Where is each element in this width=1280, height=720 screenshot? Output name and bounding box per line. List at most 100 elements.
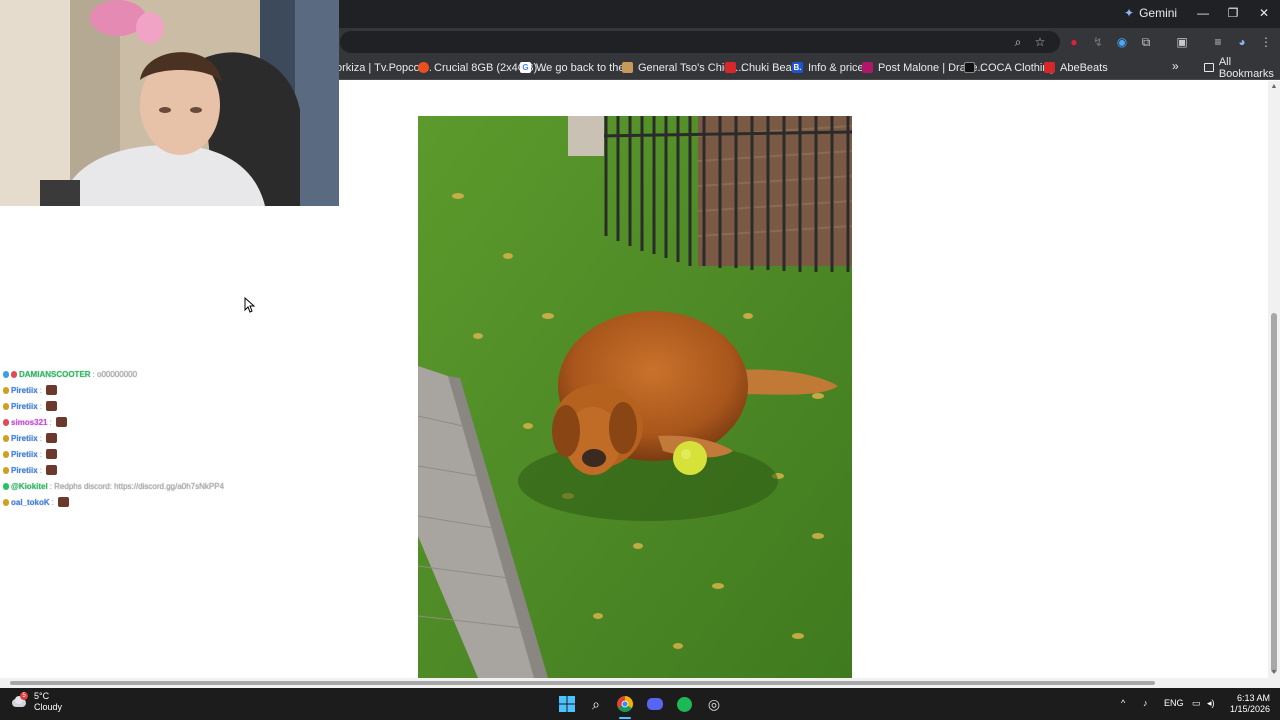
weather-alert-badge: 5 bbox=[20, 692, 28, 700]
chat-badge-icon bbox=[3, 418, 9, 426]
show-hidden-icons-chevron-icon[interactable]: ^ bbox=[1121, 698, 1125, 708]
chat-text: : bbox=[51, 497, 54, 507]
monitor-icon[interactable]: ▭ bbox=[1192, 698, 1201, 709]
horizontal-scroll-thumb[interactable] bbox=[10, 681, 1155, 685]
crucial-favicon-icon bbox=[418, 62, 429, 73]
bookmark-item[interactable]: G We go back to the... bbox=[520, 59, 634, 76]
search-icon[interactable]: ⌕ bbox=[586, 694, 606, 714]
bookmark-item[interactable]: AbeBeats bbox=[1044, 59, 1108, 76]
extension-grey-icon[interactable]: ↯ bbox=[1090, 34, 1106, 50]
b-favicon-icon: B. bbox=[792, 62, 803, 73]
chat-text: : bbox=[39, 465, 42, 475]
all-bookmarks-button[interactable]: All Bookmarks bbox=[1204, 56, 1280, 80]
chat-text: : bbox=[39, 385, 42, 395]
chat-badge-icon bbox=[3, 498, 9, 506]
bookmark-star-icon[interactable]: ☆ bbox=[1032, 34, 1048, 50]
chat-username[interactable]: Piretiix bbox=[11, 402, 38, 411]
restore-button[interactable]: ❐ bbox=[1221, 4, 1245, 22]
more-bookmarks-chevron-icon[interactable]: » bbox=[1172, 59, 1179, 73]
minimize-button[interactable]: — bbox=[1191, 4, 1215, 22]
discord-taskbar-button[interactable] bbox=[645, 694, 665, 714]
bookmark-label: AbeBeats bbox=[1060, 61, 1108, 74]
chuki-favicon-icon bbox=[725, 62, 736, 73]
spotify-taskbar-button[interactable] bbox=[674, 694, 694, 714]
zoom-icon[interactable]: ⌕ bbox=[1010, 34, 1026, 50]
chrome-icon bbox=[617, 696, 633, 712]
bookmark-label: Info & prices bbox=[808, 61, 870, 74]
chat-message: Piretiix: bbox=[3, 462, 263, 478]
google-favicon-icon: G bbox=[520, 62, 531, 73]
chat-username[interactable]: Piretiix bbox=[11, 386, 38, 395]
clock-time: 6:13 AM bbox=[1236, 693, 1270, 703]
bookmark-item[interactable]: COCA Clothing bbox=[964, 59, 1055, 76]
chat-emote-icon bbox=[57, 497, 69, 507]
abebeats-favicon-icon bbox=[1044, 62, 1055, 73]
recipe-favicon-icon bbox=[622, 62, 633, 73]
coca-favicon-icon bbox=[964, 62, 975, 73]
menu-kebab-icon[interactable]: ⋮ bbox=[1258, 34, 1274, 50]
temperature: 5°C bbox=[34, 691, 50, 701]
chat-message: simos321: bbox=[3, 414, 263, 430]
clock-date: 1/15/2026 bbox=[1229, 704, 1270, 714]
spotify-icon bbox=[676, 696, 692, 712]
chat-message: Piretiix: bbox=[3, 398, 263, 414]
chat-text: : bbox=[39, 449, 42, 459]
webcam-overlay bbox=[0, 0, 339, 206]
profile-avatar-icon[interactable]: ◕ bbox=[1234, 34, 1250, 50]
chrome-taskbar-button[interactable] bbox=[615, 694, 635, 714]
chat-message: @Kiokitel: Redphs discord: https://disco… bbox=[3, 478, 263, 494]
chat-username[interactable]: @Kiokitel bbox=[11, 482, 48, 491]
scroll-up-arrow-icon[interactable]: ▲ bbox=[1270, 83, 1278, 90]
dog-photo bbox=[418, 116, 852, 678]
chat-username[interactable]: DAMIANSCOOTER bbox=[19, 370, 91, 379]
chat-text: : o00000000 bbox=[92, 369, 138, 379]
chat-username[interactable]: oal_tokoK bbox=[11, 498, 50, 507]
chat-text: : bbox=[49, 417, 52, 427]
bookmark-item[interactable]: Chuki Beats bbox=[725, 59, 800, 76]
bookmark-label: We go back to the... bbox=[536, 61, 634, 74]
chat-emote-icon bbox=[45, 465, 57, 475]
gemini-button[interactable]: ✦ Gemini bbox=[1124, 6, 1177, 20]
vertical-scrollbar[interactable]: ▲ ▼ bbox=[1268, 81, 1280, 678]
tab-search-icon[interactable]: ≡ bbox=[1210, 34, 1226, 50]
extensions-puzzle-icon[interactable]: ⧉ bbox=[1138, 34, 1154, 50]
bookmark-item[interactable]: B. Info & prices bbox=[792, 59, 869, 76]
chat-message: Piretiix: bbox=[3, 430, 263, 446]
chat-badge-icon bbox=[3, 434, 9, 442]
horizontal-scrollbar[interactable] bbox=[0, 678, 1280, 688]
side-panel-icon[interactable]: ▣ bbox=[1174, 34, 1190, 50]
chat-username[interactable]: simos321 bbox=[11, 418, 47, 427]
chat-text: : bbox=[39, 433, 42, 443]
close-window-button[interactable]: ✕ bbox=[1252, 4, 1276, 22]
chat-badge-icon bbox=[3, 466, 9, 474]
windows-logo-icon bbox=[559, 696, 575, 712]
start-button[interactable] bbox=[557, 694, 577, 714]
obs-icon: ◎ bbox=[707, 695, 721, 712]
address-bar[interactable] bbox=[340, 31, 1060, 53]
post-malone-favicon-icon bbox=[862, 62, 873, 73]
chat-text: : Redphs discord: https://discord.gg/a0h… bbox=[49, 481, 225, 491]
extension-blue-icon[interactable]: ◉ bbox=[1114, 34, 1130, 50]
discord-icon bbox=[647, 698, 663, 710]
chat-emote-icon bbox=[45, 385, 57, 395]
all-bookmarks-label: All Bookmarks bbox=[1218, 55, 1274, 80]
chat-emote-icon bbox=[45, 401, 57, 411]
extension-red-icon[interactable]: ● bbox=[1066, 34, 1082, 50]
chat-username[interactable]: Piretiix bbox=[11, 450, 38, 459]
obs-taskbar-button[interactable]: ◎ bbox=[704, 694, 724, 714]
chat-emote-icon bbox=[45, 449, 57, 459]
chat-message: DAMIANSCOOTER: o00000000 bbox=[3, 366, 263, 382]
system-clock[interactable]: 6:13 AM 1/15/2026 bbox=[1222, 693, 1270, 715]
vertical-scroll-thumb[interactable] bbox=[1271, 313, 1277, 673]
gemini-icon: ✦ bbox=[1124, 6, 1135, 20]
microphone-icon[interactable]: ♪ bbox=[1143, 698, 1148, 708]
windows-taskbar: 5 5°C Cloudy ⌕ ◎ ^ ♪ ENG ▭ ◂) 6:13 AM 1/… bbox=[0, 688, 1280, 720]
language-indicator[interactable]: ENG bbox=[1164, 698, 1184, 708]
chat-overlay: DAMIANSCOOTER: o00000000 Piretiix: Piretii… bbox=[3, 366, 263, 510]
mouse-cursor-icon bbox=[244, 297, 256, 313]
speaker-icon[interactable]: ◂) bbox=[1207, 698, 1215, 709]
weather-widget[interactable]: 5 5°C Cloudy bbox=[10, 691, 62, 713]
chat-username[interactable]: Piretiix bbox=[11, 434, 38, 443]
chat-username[interactable]: Piretiix bbox=[11, 466, 38, 475]
scroll-down-arrow-icon[interactable]: ▼ bbox=[1270, 669, 1278, 676]
